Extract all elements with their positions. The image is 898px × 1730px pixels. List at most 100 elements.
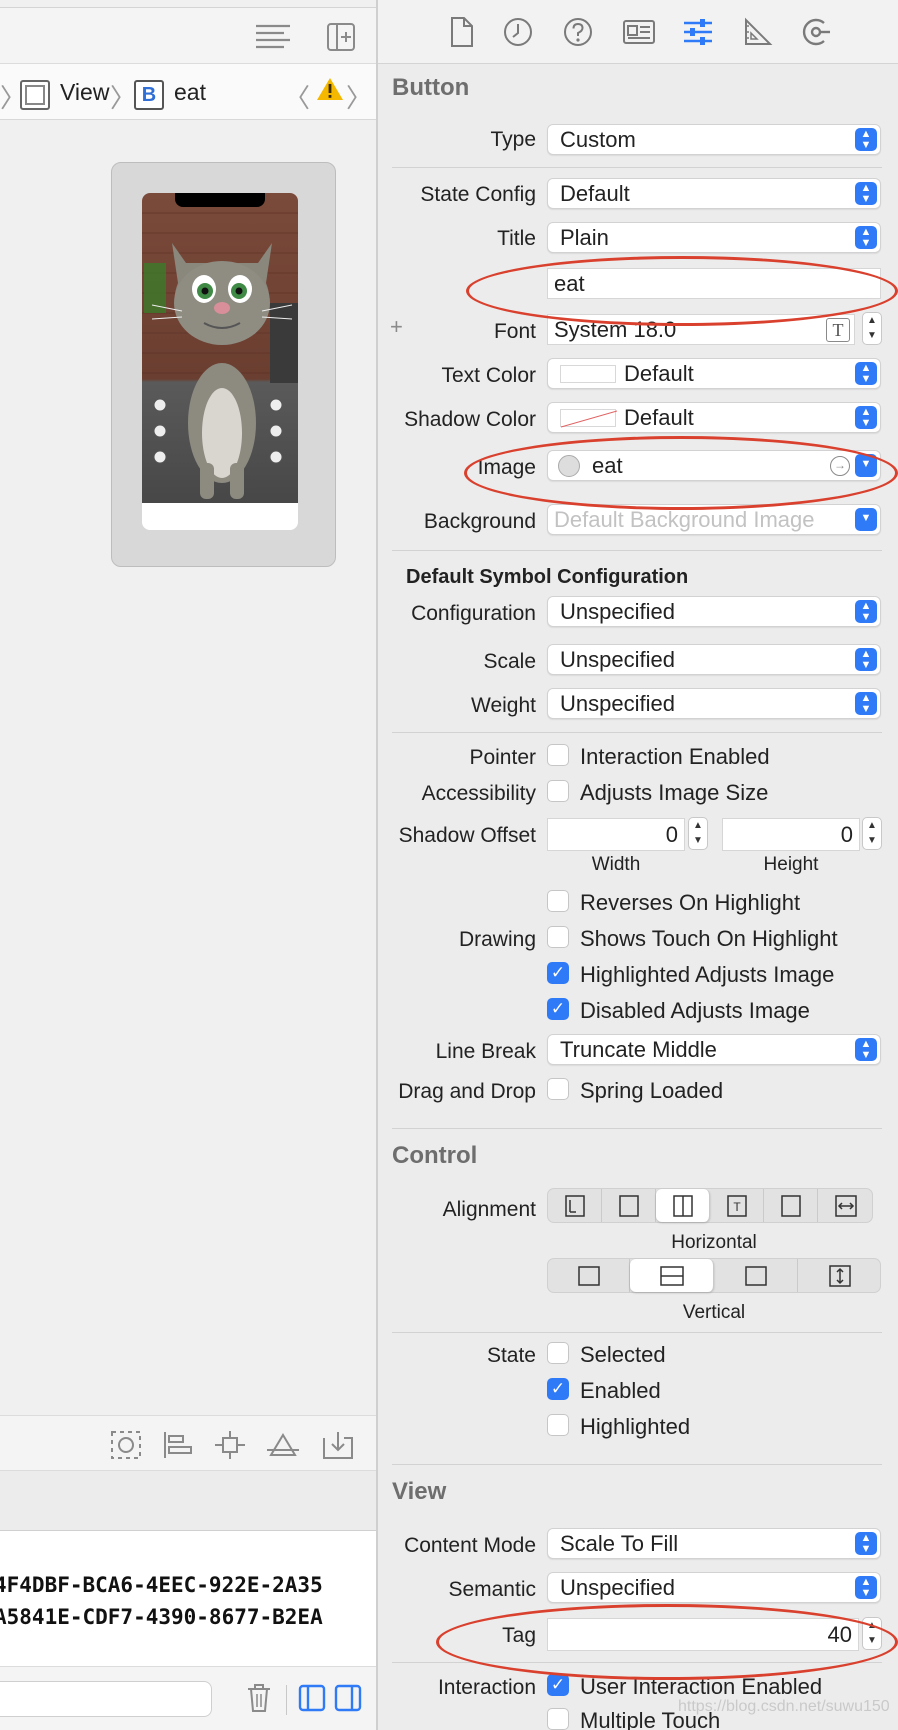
add-editor-icon[interactable] bbox=[326, 22, 356, 56]
multiple-touch-checkbox[interactable] bbox=[547, 1708, 569, 1730]
popup-arrows-icon: ▲ ▼ bbox=[855, 128, 877, 151]
next-issue-icon[interactable]: 〉 bbox=[346, 78, 372, 115]
popup-arrows-icon: ▲ ▼ bbox=[855, 1576, 877, 1599]
align-bottom-segment[interactable] bbox=[714, 1259, 798, 1292]
breadcrumb-button[interactable]: eat bbox=[174, 79, 206, 106]
background-combo[interactable]: Default Background Image ▼ bbox=[547, 504, 881, 535]
align-top-segment[interactable] bbox=[548, 1259, 630, 1292]
configuration-popup[interactable]: Unspecified ▲ ▼ bbox=[547, 596, 881, 627]
title-text-field[interactable]: eat bbox=[547, 268, 881, 299]
file-inspector-icon[interactable] bbox=[446, 16, 480, 50]
align-left-segment[interactable] bbox=[548, 1189, 602, 1222]
highlighted-adjusts-image-checkbox[interactable]: ✓ bbox=[547, 962, 569, 984]
console-line: 4F4DBF-BCA6-4EEC-922E-2A35 bbox=[0, 1573, 323, 1597]
user-interaction-checkbox[interactable]: ✓ bbox=[547, 1674, 569, 1696]
warning-icon[interactable] bbox=[316, 76, 344, 107]
inspector-tab-bar bbox=[378, 0, 898, 64]
align-leading-segment[interactable] bbox=[764, 1189, 818, 1222]
tag-stepper[interactable]: ▲ ▼ bbox=[862, 1617, 882, 1650]
vertical-alignment-control[interactable] bbox=[547, 1258, 881, 1293]
shows-touch-checkbox[interactable] bbox=[547, 926, 569, 948]
align-fill-segment[interactable] bbox=[656, 1189, 710, 1222]
history-inspector-icon[interactable] bbox=[502, 16, 536, 50]
identity-inspector-icon[interactable] bbox=[622, 16, 656, 50]
state-config-popup[interactable]: Default ▲ ▼ bbox=[547, 178, 881, 209]
font-size-stepper[interactable]: ▲ ▼ bbox=[862, 312, 882, 345]
device-screen[interactable] bbox=[142, 193, 298, 530]
weight-value: Unspecified bbox=[560, 691, 675, 716]
adjusts-image-size-checkbox[interactable] bbox=[547, 780, 569, 802]
selected-checkbox[interactable] bbox=[547, 1342, 569, 1364]
image-combo[interactable]: eat → ▼ bbox=[547, 450, 881, 481]
editor-toolbar bbox=[0, 8, 376, 64]
popup-arrows-icon: ▲ ▼ bbox=[855, 1532, 877, 1555]
console-filter-input[interactable] bbox=[0, 1681, 212, 1717]
reverses-on-highlight-checkbox[interactable] bbox=[547, 890, 569, 912]
shadow-offset-height-field[interactable]: 0 bbox=[722, 818, 860, 851]
align-vertical-fill-segment[interactable] bbox=[798, 1259, 882, 1292]
semantic-popup[interactable]: Unspecified ▲ ▼ bbox=[547, 1572, 881, 1603]
semantic-label: Semantic bbox=[448, 1578, 536, 1601]
font-picker-icon[interactable]: T bbox=[826, 318, 850, 342]
chevron-down-icon[interactable]: ▼ bbox=[855, 454, 877, 477]
shadow-color-popup[interactable]: Default ▲ ▼ bbox=[547, 402, 881, 433]
breadcrumb-view[interactable]: View bbox=[60, 79, 109, 106]
resolve-issues-icon[interactable] bbox=[266, 1430, 300, 1464]
shadow-height-stepper[interactable]: ▲ ▼ bbox=[862, 817, 882, 850]
drawing-label: Drawing bbox=[458, 928, 536, 951]
help-inspector-icon[interactable] bbox=[562, 16, 596, 50]
type-popup[interactable]: Custom ▲ ▼ bbox=[547, 124, 881, 155]
drawing-option-label: Shows Touch On Highlight bbox=[580, 926, 838, 951]
attributes-inspector: Button Type Custom ▲ ▼ State Config Defaul… bbox=[378, 0, 898, 1730]
show-console-icon[interactable] bbox=[334, 1683, 362, 1717]
font-field[interactable]: System 18.0 T bbox=[547, 314, 855, 345]
horizontal-alignment-control[interactable]: T bbox=[547, 1188, 873, 1223]
content-mode-popup[interactable]: Scale To Fill ▲ ▼ bbox=[547, 1528, 881, 1559]
pointer-checkbox[interactable] bbox=[547, 744, 569, 766]
align-vertical-center-segment[interactable] bbox=[630, 1259, 714, 1292]
editor-pane: 〉 View 〉 B eat 〈 〉 4F4DBF-BCA6-4EEC-922E… bbox=[0, 0, 376, 1730]
embed-in-icon[interactable] bbox=[322, 1430, 354, 1464]
view-section-title[interactable]: View bbox=[392, 1478, 446, 1506]
align-icon[interactable] bbox=[162, 1430, 194, 1464]
align-right-segment[interactable]: T bbox=[710, 1189, 764, 1222]
line-break-popup[interactable]: Truncate Middle ▲ ▼ bbox=[547, 1034, 881, 1065]
align-center-segment[interactable] bbox=[602, 1189, 656, 1222]
tag-field[interactable]: 40 bbox=[547, 1618, 859, 1651]
attributes-inspector-icon[interactable] bbox=[682, 16, 716, 50]
chevron-down-icon[interactable]: ▼ bbox=[855, 508, 877, 531]
button-section-title[interactable]: Button bbox=[392, 74, 469, 102]
interaction-label: Interaction bbox=[437, 1676, 536, 1699]
image-thumbnail-icon bbox=[558, 455, 580, 477]
editor-options-icon[interactable] bbox=[254, 22, 294, 56]
scale-popup[interactable]: Unspecified ▲ ▼ bbox=[547, 644, 881, 675]
trash-icon[interactable] bbox=[246, 1683, 272, 1717]
canvas-bottom-bar bbox=[0, 1415, 376, 1471]
highlighted-checkbox[interactable] bbox=[547, 1414, 569, 1436]
popup-arrows-icon: ▲ ▼ bbox=[855, 692, 877, 715]
content-mode-label: Content Mode bbox=[404, 1534, 536, 1557]
type-value: Custom bbox=[560, 127, 636, 152]
go-to-asset-icon[interactable]: → bbox=[830, 456, 850, 476]
disabled-adjusts-image-checkbox[interactable]: ✓ bbox=[547, 998, 569, 1020]
title-value: Plain bbox=[560, 225, 609, 250]
spring-loaded-checkbox[interactable] bbox=[547, 1078, 569, 1100]
weight-label: Weight bbox=[471, 694, 536, 717]
align-trailing-segment[interactable] bbox=[818, 1189, 874, 1222]
show-variables-icon[interactable] bbox=[298, 1683, 326, 1717]
weight-popup[interactable]: Unspecified ▲ ▼ bbox=[547, 688, 881, 719]
previous-issue-icon[interactable]: 〈 bbox=[284, 78, 310, 115]
title-popup[interactable]: Plain ▲ ▼ bbox=[547, 222, 881, 253]
connections-inspector-icon[interactable] bbox=[800, 16, 834, 50]
shadow-width-stepper[interactable]: ▲ ▼ bbox=[688, 817, 708, 850]
shadow-offset-width-field[interactable]: 0 bbox=[547, 818, 685, 851]
size-inspector-icon[interactable] bbox=[742, 16, 776, 50]
type-label: Type bbox=[490, 128, 536, 151]
control-section-title[interactable]: Control bbox=[392, 1142, 477, 1170]
add-constraints-icon[interactable] bbox=[214, 1430, 246, 1464]
state-config-label: State Config bbox=[420, 183, 536, 206]
separator bbox=[392, 167, 882, 168]
text-color-popup[interactable]: Default ▲ ▼ bbox=[547, 358, 881, 389]
enabled-checkbox[interactable]: ✓ bbox=[547, 1378, 569, 1400]
update-frames-icon[interactable] bbox=[110, 1430, 142, 1464]
